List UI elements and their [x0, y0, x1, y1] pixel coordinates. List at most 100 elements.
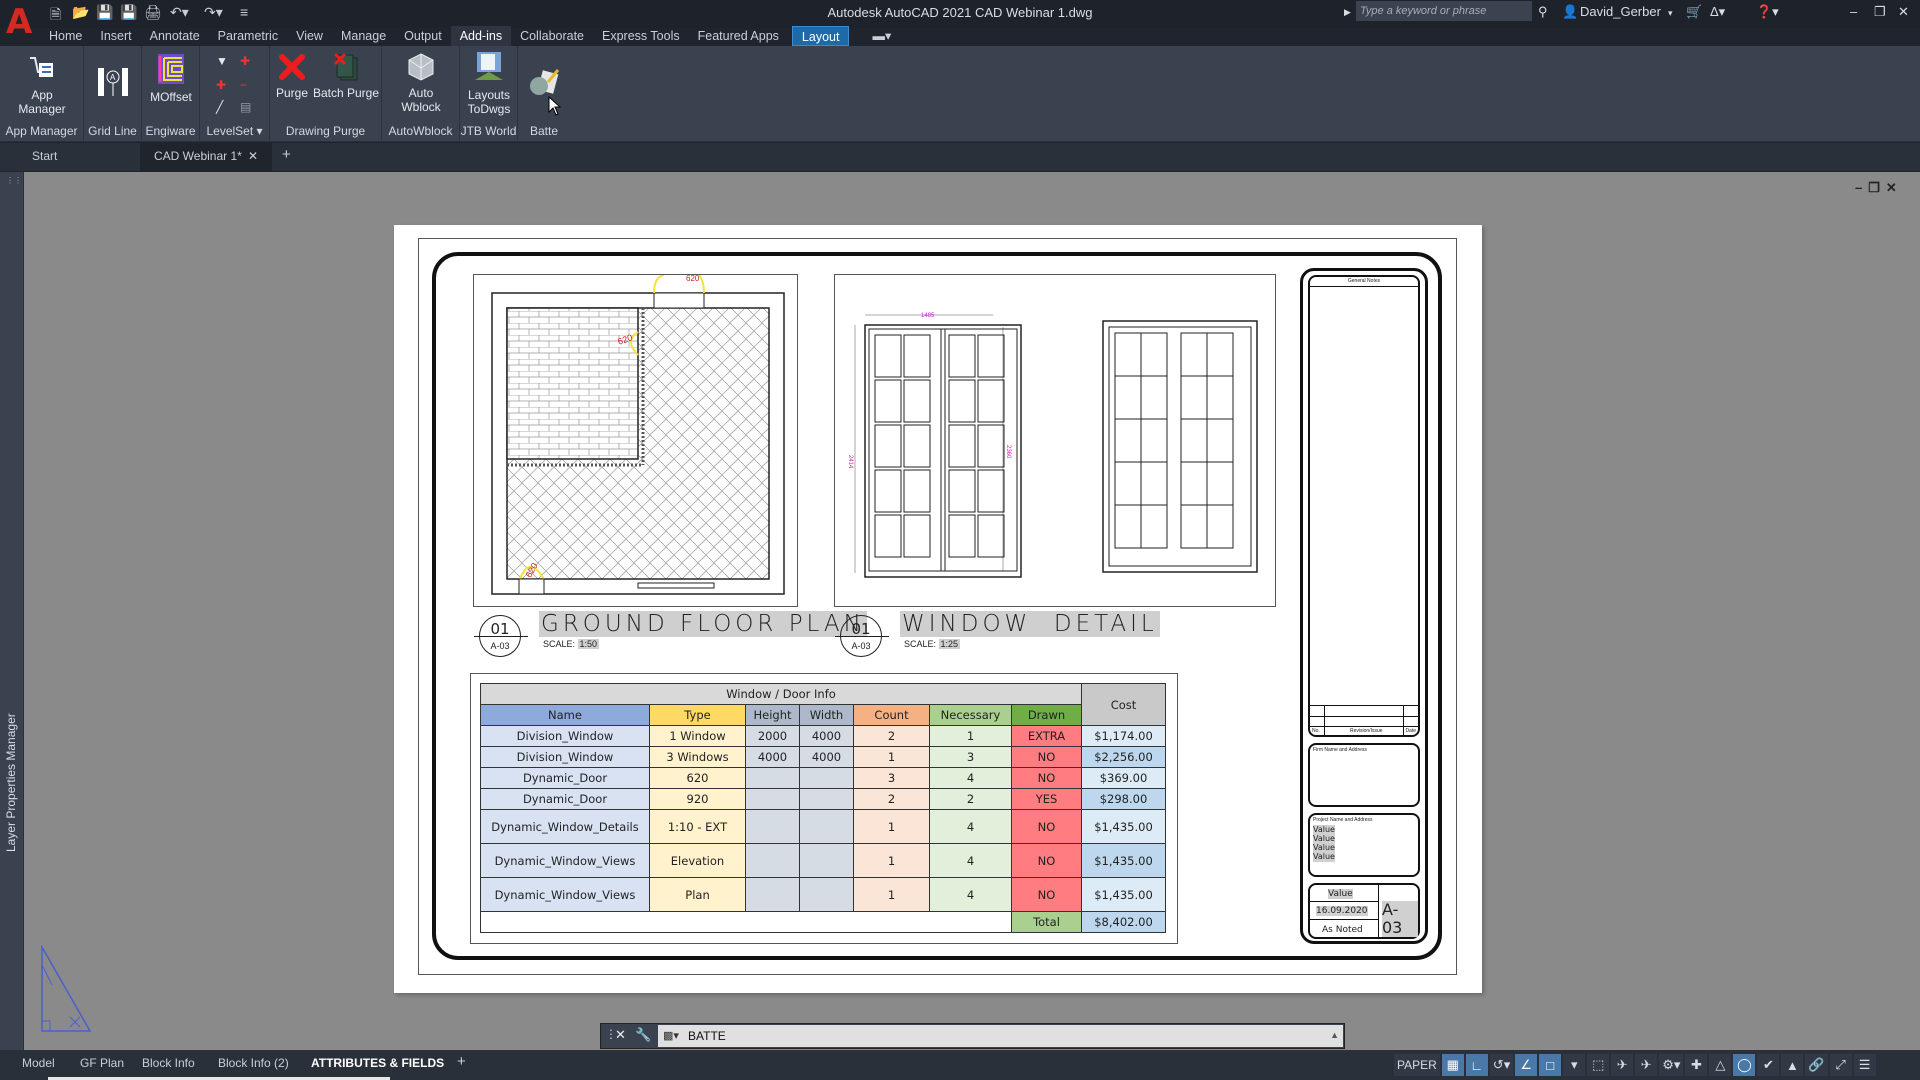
- layout-tab-gf-plan[interactable]: GF Plan: [80, 1056, 124, 1070]
- cell-cost: $369.00: [1081, 767, 1166, 789]
- window-view-title: WINDOW DETAIL: [900, 611, 1160, 637]
- tab-home[interactable]: Home: [40, 26, 91, 46]
- customize-menu-icon[interactable]: ☰: [1853, 1054, 1876, 1076]
- polar-tracking-icon[interactable]: ↺▾: [1489, 1054, 1514, 1076]
- new-icon[interactable]: 🗎: [50, 4, 61, 28]
- cell-count: 1: [853, 877, 930, 912]
- save-as-icon[interactable]: 💾: [120, 4, 137, 21]
- tab-output[interactable]: Output: [395, 26, 451, 46]
- title-bar: A 🗎 📂 💾 💾 🖨 ↶▾ ↷▾ ≡ Autodesk AutoCAD 202…: [0, 0, 1920, 42]
- command-history-icon[interactable]: ▲: [1330, 1030, 1339, 1040]
- level-remove-icon[interactable]: −: [240, 78, 247, 92]
- autodesk-a360-icon[interactable]: Δ▾: [1710, 4, 1725, 20]
- graphics-performance-icon[interactable]: ✔: [1757, 1054, 1780, 1076]
- cell-name: Dynamic_Window_Views: [480, 843, 650, 878]
- viewport-close-icon[interactable]: ✕: [1886, 180, 1903, 195]
- auto-wblock-button[interactable]: Auto Wblock: [386, 52, 456, 114]
- tab-parametric[interactable]: Parametric: [209, 26, 287, 46]
- tab-insert[interactable]: Insert: [91, 26, 140, 46]
- customize-qat-icon[interactable]: ≡: [240, 4, 248, 20]
- command-line-close-icon[interactable]: ✕: [615, 1027, 626, 1043]
- tab-manage[interactable]: Manage: [332, 26, 395, 46]
- layer-properties-palette[interactable]: ⋮⋮ Layer Properties Manager: [0, 172, 24, 1050]
- grid-line-button[interactable]: A: [96, 66, 130, 102]
- object-snap-icon[interactable]: □: [1539, 1054, 1562, 1076]
- tab-featured-apps[interactable]: Featured Apps: [689, 26, 788, 46]
- viewport-window-detail[interactable]: 1485 2414 2360: [834, 274, 1276, 607]
- redo-icon[interactable]: ↷▾: [204, 4, 223, 21]
- object-snap-dropdown-icon[interactable]: ▾: [1563, 1054, 1586, 1076]
- fullscreen-icon[interactable]: ⤢: [1829, 1054, 1852, 1076]
- ortho-toggle-icon[interactable]: ∟: [1465, 1054, 1488, 1076]
- level-table-icon[interactable]: ▤: [240, 100, 251, 114]
- command-input[interactable]: BATTE: [658, 1025, 1343, 1047]
- layout-tab-model[interactable]: Model: [22, 1056, 55, 1070]
- cart-icon[interactable]: 🛒: [1686, 4, 1702, 20]
- tab-view[interactable]: View: [287, 26, 332, 46]
- annotation-monitor-plus-icon[interactable]: ✚: [1685, 1054, 1708, 1076]
- layout-tab-block-info-2[interactable]: Block Info (2): [218, 1056, 289, 1070]
- moffset-button[interactable]: MOffset: [146, 52, 196, 104]
- level-add-value-icon[interactable]: ✚: [216, 78, 226, 92]
- tab-add-ins[interactable]: Add-ins: [450, 26, 512, 46]
- window-pane: [977, 379, 1005, 423]
- plan-view-scale: SCALE: 1:50: [543, 639, 600, 649]
- tab-annotate[interactable]: Annotate: [141, 26, 209, 46]
- search-icon[interactable]: ⚲: [1538, 4, 1548, 20]
- viewport-ground-floor-plan[interactable]: 620 620 620: [473, 274, 798, 607]
- panel-label-levelset[interactable]: LevelSet ▾: [200, 124, 269, 138]
- workspace-gear-icon[interactable]: ⚙▾: [1659, 1054, 1684, 1076]
- save-icon[interactable]: 💾: [96, 4, 113, 21]
- cell-cost: $298.00: [1081, 788, 1166, 810]
- new-tab-plus-icon[interactable]: +: [282, 146, 291, 163]
- tab-layout[interactable]: Layout: [791, 26, 850, 46]
- command-prompt-icon[interactable]: ▩▾: [663, 1029, 679, 1042]
- search-input[interactable]: Type a keyword or phrase: [1356, 1, 1532, 21]
- layout-tab-attributes-fields[interactable]: ATTRIBUTES & FIELDS: [311, 1056, 444, 1070]
- grid-toggle-icon[interactable]: ▦: [1441, 1054, 1464, 1076]
- close-icon[interactable]: ✕: [1898, 4, 1909, 20]
- doc-tab-close-icon[interactable]: ✕: [248, 149, 258, 163]
- help-icon[interactable]: ❓▾: [1756, 4, 1779, 20]
- undo-icon[interactable]: ↶▾: [170, 4, 189, 21]
- units-shapes-icon[interactable]: △: [1709, 1054, 1732, 1076]
- link-icon[interactable]: 🔗: [1805, 1054, 1828, 1076]
- selection-cycling-icon[interactable]: ⬚: [1587, 1054, 1610, 1076]
- paper-space-toggle[interactable]: PAPER: [1394, 1054, 1440, 1076]
- palette-grip-icon[interactable]: ⋮⋮: [6, 176, 22, 185]
- user-dropdown-icon[interactable]: ▾: [1668, 8, 1673, 19]
- viewport-minimize-icon[interactable]: –: [1855, 180, 1868, 195]
- autocad-logo[interactable]: A: [6, 2, 34, 42]
- open-icon[interactable]: 📂: [72, 4, 89, 21]
- app-manager-button[interactable]: App Manager: [6, 54, 78, 116]
- isolate-objects-icon[interactable]: ◯: [1733, 1054, 1756, 1076]
- add-layout-plus-icon[interactable]: +: [457, 1053, 466, 1070]
- annotation-visibility-icon[interactable]: ✈: [1611, 1054, 1634, 1076]
- minimize-icon[interactable]: –: [1850, 4, 1857, 19]
- cell-necessary: 1: [929, 725, 1012, 747]
- tab-collaborate[interactable]: Collaborate: [511, 26, 593, 46]
- ribbon-minimize-toggle[interactable]: ▬▾: [863, 26, 900, 46]
- level-add-icon[interactable]: ✚: [240, 54, 250, 68]
- batch-purge-button[interactable]: Batch Purge: [312, 52, 380, 100]
- viewport-restore-icon[interactable]: ❐: [1868, 180, 1886, 195]
- window-pane: [948, 379, 976, 423]
- layouts-to-dwgs-button[interactable]: Layouts ToDwgs: [462, 50, 516, 116]
- restore-icon[interactable]: ❐: [1874, 4, 1886, 20]
- user-name[interactable]: David_Gerber: [1580, 4, 1661, 19]
- window-door-table-viewport[interactable]: Window / Door Info Cost Name Type Height…: [470, 673, 1178, 944]
- doc-tab-active[interactable]: CAD Webinar 1* ✕: [140, 143, 272, 171]
- layout-tab-block-info[interactable]: Block Info: [142, 1056, 195, 1070]
- clean-screen-icon[interactable]: ▲: [1781, 1054, 1804, 1076]
- isodraft-icon[interactable]: ∠: [1515, 1054, 1538, 1076]
- autoscale-icon[interactable]: ✈: [1635, 1054, 1658, 1076]
- sheet-number: A-03: [1382, 901, 1418, 937]
- level-icon[interactable]: ▼: [216, 54, 228, 68]
- tab-express-tools[interactable]: Express Tools: [593, 26, 689, 46]
- level-slope-icon[interactable]: ╱: [216, 100, 223, 114]
- doc-tab-start[interactable]: Start: [32, 149, 57, 163]
- plot-icon[interactable]: 🖨: [144, 4, 162, 21]
- purge-button[interactable]: Purge: [272, 52, 312, 100]
- search-expand-icon[interactable]: ▶: [1344, 7, 1351, 18]
- command-line-customize-icon[interactable]: 🔧: [635, 1027, 651, 1043]
